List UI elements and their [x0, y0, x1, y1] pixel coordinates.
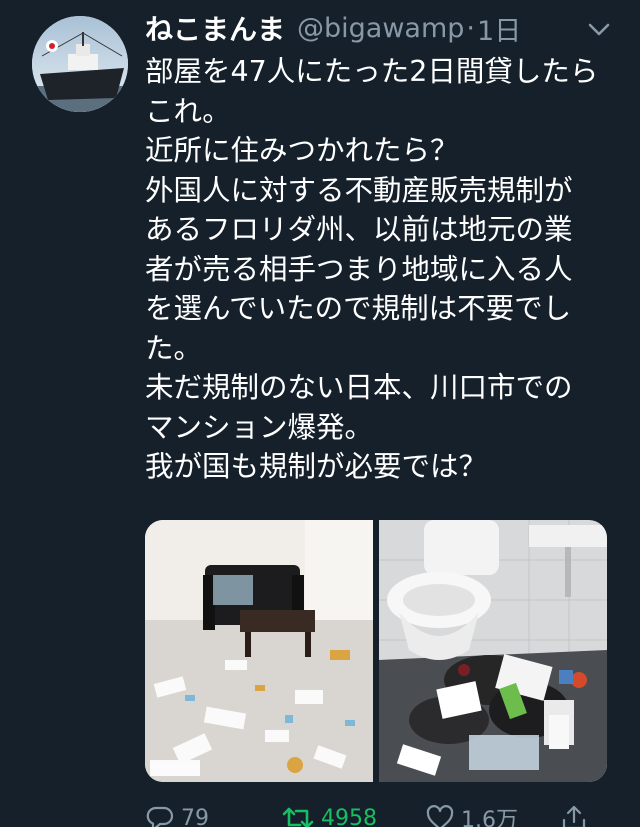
- chevron-down-icon[interactable]: [586, 16, 612, 42]
- tweet[interactable]: ねこまんま @bigawamp · 1日 部屋を47人にたった2日間貸したらこれ…: [0, 0, 640, 827]
- retweet-count: 4958: [321, 805, 377, 827]
- separator-dot: ·: [466, 12, 476, 44]
- like-button[interactable]: 1.6万: [425, 802, 518, 827]
- retweet-icon: [281, 803, 315, 827]
- photo-toilet-trash[interactable]: [379, 520, 607, 782]
- reply-icon: [145, 803, 175, 827]
- reply-button[interactable]: 79: [145, 803, 209, 827]
- user-handle[interactable]: @bigawamp: [297, 13, 464, 44]
- like-count: 1.6万: [461, 808, 518, 827]
- tweet-header: ねこまんま @bigawamp · 1日: [145, 8, 521, 48]
- tweet-text: 部屋を47人にたった2日間貸したらこれ。 近所に住みつかれたら？ 外国人に対する…: [145, 55, 599, 483]
- heart-icon: [425, 803, 455, 827]
- avatar[interactable]: [32, 16, 128, 112]
- share-icon: [559, 803, 589, 827]
- retweet-button[interactable]: 4958: [281, 803, 377, 827]
- display-name[interactable]: ねこまんま: [145, 8, 285, 48]
- photo-room-trash[interactable]: [145, 520, 373, 782]
- reply-count: 79: [181, 805, 209, 827]
- tweet-actions: 79 4958 1.6万: [145, 798, 605, 827]
- timestamp[interactable]: 1日: [477, 9, 521, 48]
- media-grid[interactable]: [145, 520, 607, 782]
- ship-avatar-icon: [32, 16, 128, 112]
- share-button[interactable]: [559, 803, 589, 827]
